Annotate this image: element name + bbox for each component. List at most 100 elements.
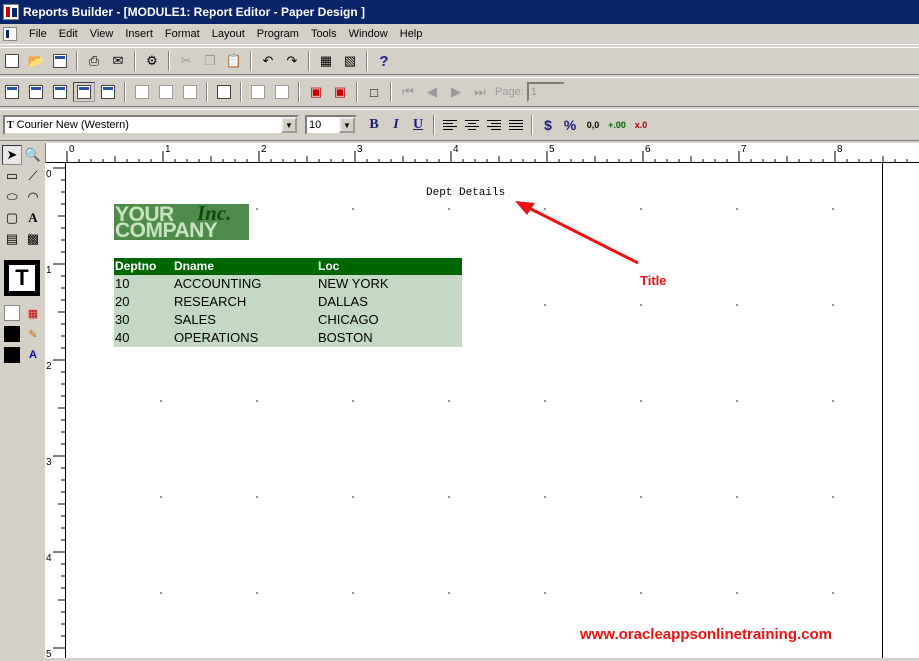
chevron-down-icon[interactable]: ▼ [339, 117, 355, 133]
italic-button[interactable]: I [385, 115, 407, 135]
reports-builder-app-icon[interactable] [3, 4, 19, 20]
text-tool-icon[interactable]: A [23, 208, 43, 228]
line-color-icon[interactable]: ✎ [23, 324, 43, 344]
previous-page-icon[interactable]: ◀ [421, 82, 443, 102]
next-page-icon[interactable]: ▶ [445, 82, 467, 102]
arc-icon[interactable]: ◠ [23, 187, 43, 207]
paste-icon[interactable]: 📋 [223, 51, 245, 71]
print-icon[interactable]: ⎙ [83, 51, 105, 71]
standard-toolbar: 📂 ⎙ ✉ ⚙ ✂ ❐ 📋 ↶ ↷ ▦ ▧ ? [0, 47, 919, 75]
currency-button[interactable]: $ [537, 115, 559, 135]
justify-icon[interactable] [505, 115, 527, 135]
menu-edit[interactable]: Edit [53, 25, 84, 43]
menu-layout[interactable]: Layout [206, 25, 251, 43]
paper-parameter-form-icon[interactable] [97, 82, 119, 102]
run-report-icon[interactable]: ⚙ [141, 51, 163, 71]
text-style-preview[interactable]: T [4, 260, 40, 296]
cell-dname[interactable]: SALES [174, 311, 216, 329]
font-name-select[interactable]: T Courier New (Western) ▼ [3, 115, 299, 135]
ellipse-icon[interactable]: ⬭ [2, 187, 22, 207]
flex-mode-icon[interactable] [247, 82, 269, 102]
watermark-url: www.oracleappsonlinetraining.com [580, 626, 832, 643]
rounded-rectangle-icon[interactable]: ▢ [2, 208, 22, 228]
text-color-icon[interactable]: A [23, 345, 43, 365]
header-loc[interactable]: Loc [318, 258, 339, 275]
confine-mode-icon[interactable] [213, 82, 235, 102]
align-center-icon[interactable] [461, 115, 483, 135]
menu-help[interactable]: Help [394, 25, 429, 43]
text-color-swatch[interactable] [4, 347, 20, 363]
bring-to-front-icon[interactable] [131, 82, 153, 102]
menu-tools[interactable]: Tools [305, 25, 343, 43]
page-number-field[interactable]: 1 [526, 82, 565, 102]
select-frame-icon[interactable]: ▣ [305, 82, 327, 102]
cell-dname[interactable]: RESEARCH [174, 293, 246, 311]
data-model-view-icon[interactable] [1, 82, 23, 102]
first-page-icon[interactable]: ⏮ [397, 82, 419, 102]
redo-icon[interactable]: ↷ [281, 51, 303, 71]
text-style-sample: T [9, 265, 35, 291]
remove-decimal-icon[interactable]: x.0 [630, 115, 652, 135]
cell-dname[interactable]: ACCOUNTING [174, 275, 261, 293]
magnify-icon[interactable]: 🔍 [23, 145, 43, 165]
frame-icon[interactable]: ▩ [23, 229, 43, 249]
cell-loc[interactable]: NEW YORK [318, 275, 389, 293]
header-deptno[interactable]: Deptno [115, 258, 156, 275]
help-icon[interactable]: ? [373, 51, 395, 71]
open-icon[interactable]: 📂 [25, 51, 47, 71]
report-title[interactable]: Dept Details [426, 187, 505, 199]
company-logo[interactable]: YOUR Inc. COMPANY [114, 204, 249, 240]
cell-deptno[interactable]: 20 [115, 293, 129, 311]
menu-window[interactable]: Window [343, 25, 394, 43]
select-all-icon[interactable]: □ [363, 82, 385, 102]
line-icon[interactable]: ⟋ [23, 166, 43, 186]
cut-icon[interactable]: ✂ [175, 51, 197, 71]
cell-deptno[interactable]: 40 [115, 329, 129, 347]
align-left-icon[interactable] [439, 115, 461, 135]
menu-insert[interactable]: Insert [119, 25, 159, 43]
cell-loc[interactable]: BOSTON [318, 329, 373, 347]
object-navigator-icon[interactable]: ▦ [315, 51, 337, 71]
commas-icon[interactable]: 0,0 [582, 115, 604, 135]
header-dname[interactable]: Dname [174, 258, 214, 275]
new-icon[interactable] [1, 51, 23, 71]
menu-program[interactable]: Program [251, 25, 305, 43]
document-icon[interactable] [3, 27, 17, 41]
property-inspector-icon[interactable]: ▧ [339, 51, 361, 71]
cell-dname[interactable]: OPERATIONS [174, 329, 258, 347]
paper-layout-view-icon[interactable] [49, 82, 71, 102]
toolbar-separator [168, 51, 170, 71]
align-right-icon[interactable] [483, 115, 505, 135]
align-objects-icon[interactable] [179, 82, 201, 102]
bold-button[interactable]: B [363, 115, 385, 135]
web-source-view-icon[interactable] [25, 82, 47, 102]
line-color-swatch[interactable] [4, 326, 20, 342]
cell-deptno[interactable]: 30 [115, 311, 129, 329]
field-icon[interactable]: ▤ [2, 229, 22, 249]
undo-icon[interactable]: ↶ [257, 51, 279, 71]
menu-format[interactable]: Format [159, 25, 206, 43]
menu-view[interactable]: View [84, 25, 120, 43]
add-decimal-icon[interactable]: +.00 [606, 115, 628, 135]
cell-deptno[interactable]: 10 [115, 275, 129, 293]
cell-loc[interactable]: DALLAS [318, 293, 368, 311]
copy-icon[interactable]: ❐ [199, 51, 221, 71]
fill-color-swatch[interactable] [4, 305, 20, 321]
cell-loc[interactable]: CHICAGO [318, 311, 379, 329]
group-frame-icon[interactable]: ▣ [329, 82, 351, 102]
select-arrow-icon[interactable]: ➤ [2, 145, 22, 165]
percent-button[interactable]: % [559, 115, 581, 135]
send-to-back-icon[interactable] [155, 82, 177, 102]
menu-file[interactable]: File [23, 25, 53, 43]
mail-icon[interactable]: ✉ [107, 51, 129, 71]
underline-button[interactable]: U [407, 115, 429, 135]
save-icon[interactable] [49, 51, 71, 71]
fill-color-icon[interactable]: ▦ [23, 303, 43, 323]
font-size-select[interactable]: 10 ▼ [305, 115, 357, 135]
rectangle-icon[interactable]: ▭ [2, 166, 22, 186]
last-page-icon[interactable]: ⏭ [469, 82, 491, 102]
select-parent-frame-icon[interactable] [271, 82, 293, 102]
chevron-down-icon[interactable]: ▼ [281, 117, 297, 133]
paper-design-view-icon[interactable] [73, 82, 95, 102]
ruler-label: 1 [46, 265, 52, 276]
